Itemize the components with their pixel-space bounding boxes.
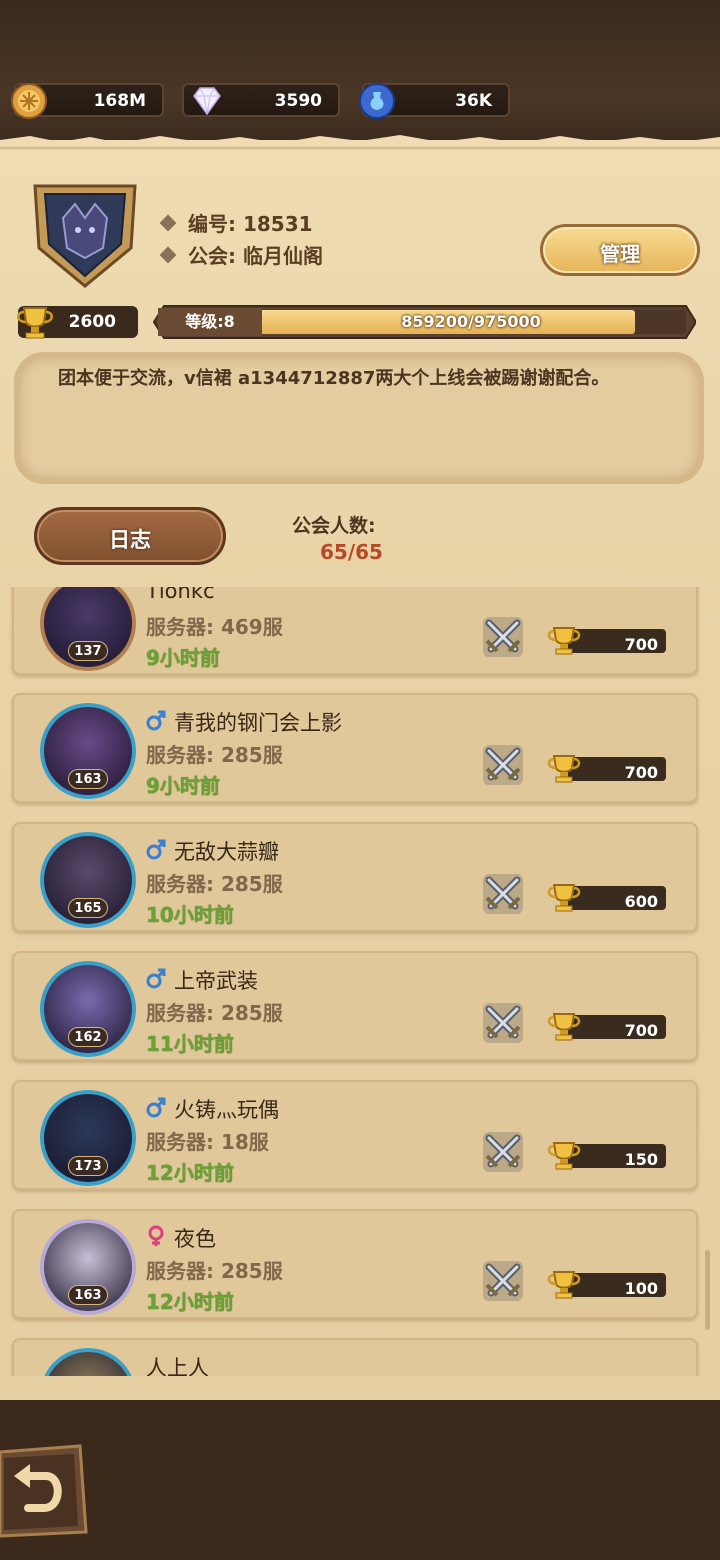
member-last-online: 11小时前 bbox=[146, 1032, 234, 1056]
member-trophies: 150 bbox=[544, 1140, 668, 1170]
member-trophies: 700 bbox=[544, 1011, 668, 1041]
female-gender-icon bbox=[148, 1225, 164, 1246]
gold-resource[interactable]: 168M bbox=[11, 83, 164, 119]
member-server: 服务器: 18服 bbox=[146, 1130, 269, 1154]
member-avatar[interactable] bbox=[40, 1348, 136, 1379]
member-card[interactable]: 137 Tlonkc 服务器: 469服 9小时前 700 bbox=[12, 587, 698, 675]
list-scrollbar[interactable] bbox=[705, 1250, 710, 1330]
member-name: 夜色 bbox=[174, 1227, 216, 1251]
trophy-icon bbox=[547, 1142, 581, 1170]
male-gender-icon bbox=[146, 968, 166, 989]
trophy-icon bbox=[17, 307, 53, 339]
manage-button[interactable]: 管理 bbox=[540, 224, 700, 276]
blue-potion-icon bbox=[359, 83, 395, 119]
member-level: 173 bbox=[68, 1156, 108, 1176]
member-name: 上帝武装 bbox=[174, 969, 258, 993]
member-last-online: 12小时前 bbox=[146, 1290, 234, 1314]
log-button[interactable]: 日志 bbox=[34, 507, 226, 565]
xp-track: 859200/975000 bbox=[256, 310, 686, 334]
crossed-swords-icon[interactable] bbox=[481, 872, 525, 916]
bottom-bar bbox=[0, 1400, 720, 1560]
member-card[interactable]: 163 夜色服务器: 285服 12小时前 100 bbox=[12, 1209, 698, 1319]
member-trophies: 100 bbox=[544, 1269, 668, 1299]
crossed-swords-icon[interactable] bbox=[481, 1001, 525, 1045]
member-trophies: 700 bbox=[544, 753, 668, 783]
member-card[interactable]: 162 上帝武装服务器: 285服 11小时前 700 bbox=[12, 951, 698, 1061]
member-last-online: 12小时前 bbox=[146, 1161, 234, 1185]
member-card[interactable]: 人上人 bbox=[12, 1338, 698, 1379]
member-last-online: 10小时前 bbox=[146, 903, 234, 927]
member-level: 163 bbox=[68, 1285, 108, 1305]
crossed-swords-icon[interactable] bbox=[481, 1259, 525, 1303]
member-level: 137 bbox=[68, 641, 108, 661]
member-name: 人上人 bbox=[146, 1356, 209, 1379]
member-count-label: 公会人数: bbox=[292, 515, 376, 537]
potion-value: 36K bbox=[455, 91, 492, 111]
member-name: 火铸灬玩偶 bbox=[174, 1098, 279, 1122]
member-server: 服务器: 285服 bbox=[146, 743, 283, 767]
guild-notice-box[interactable]: 团本便于交流，v信裙 a1344712887两大个上线会被踢谢谢配合。 bbox=[14, 352, 704, 484]
member-level: 165 bbox=[68, 898, 108, 918]
member-trophies: 600 bbox=[544, 882, 668, 912]
member-last-online: 9小时前 bbox=[146, 646, 220, 670]
trophy-icon bbox=[547, 1271, 581, 1299]
trophy-icon bbox=[547, 1013, 581, 1041]
gold-value: 168M bbox=[93, 91, 146, 111]
member-level: 162 bbox=[68, 1027, 108, 1047]
member-server: 服务器: 285服 bbox=[146, 1001, 283, 1025]
member-server: 服务器: 469服 bbox=[146, 615, 283, 639]
trophy-icon bbox=[547, 627, 581, 655]
level-tag: 等级:8 bbox=[158, 308, 262, 336]
member-count-value: 65/65 bbox=[320, 540, 383, 564]
guild-notice-text: 团本便于交流，v信裙 a1344712887两大个上线会被踢谢谢配合。 bbox=[58, 368, 610, 389]
member-card[interactable]: 163 青我的钢门会上影服务器: 285服 9小时前 700 bbox=[12, 693, 698, 803]
xp-text: 859200/975000 bbox=[401, 312, 541, 331]
male-gender-icon bbox=[146, 1097, 166, 1118]
member-card[interactable]: 165 无敌大蒜瓣服务器: 285服 10小时前 600 bbox=[12, 822, 698, 932]
crossed-swords-icon[interactable] bbox=[481, 743, 525, 787]
trophy-icon bbox=[547, 884, 581, 912]
back-arrow-icon[interactable] bbox=[0, 1442, 92, 1538]
potion-resource[interactable]: 36K bbox=[359, 83, 510, 119]
member-name: 无敌大蒜瓣 bbox=[174, 840, 279, 864]
diamond-gem-icon bbox=[193, 87, 221, 116]
member-last-online: 9小时前 bbox=[146, 774, 220, 798]
diamond-resource[interactable]: 3590 bbox=[182, 83, 340, 117]
crossed-swords-icon[interactable] bbox=[481, 615, 525, 659]
male-gender-icon bbox=[146, 710, 166, 731]
trophy-icon bbox=[547, 755, 581, 783]
bullet-diamond-icon bbox=[159, 214, 177, 232]
member-name: Tlonkc bbox=[146, 587, 215, 603]
member-server: 服务器: 285服 bbox=[146, 872, 283, 896]
member-list[interactable]: 137 Tlonkc 服务器: 469服 9小时前 700 163 青我的钢门会上影服务器:… bbox=[0, 587, 720, 1379]
male-gender-icon bbox=[146, 839, 166, 860]
guild-emblem-icon[interactable] bbox=[31, 178, 139, 290]
member-level: 163 bbox=[68, 769, 108, 789]
member-trophies: 700 bbox=[544, 625, 668, 655]
member-server: 服务器: 285服 bbox=[146, 1259, 283, 1283]
guild-level-bar: 859200/975000 等级:8 bbox=[152, 304, 696, 340]
torn-edge-top bbox=[0, 135, 720, 158]
member-name: 青我的钢门会上影 bbox=[174, 711, 342, 735]
diamond-value: 3590 bbox=[274, 91, 322, 111]
crossed-swords-icon[interactable] bbox=[481, 1130, 525, 1174]
member-card[interactable]: 173 火铸灬玩偶服务器: 18服 12小时前 150 bbox=[12, 1080, 698, 1190]
bullet-diamond-icon bbox=[159, 246, 177, 264]
guild-name: 公会: 临月仙阁 bbox=[159, 240, 323, 269]
gold-coin-icon bbox=[11, 83, 47, 119]
guild-id: 编号: 18531 bbox=[159, 208, 313, 237]
